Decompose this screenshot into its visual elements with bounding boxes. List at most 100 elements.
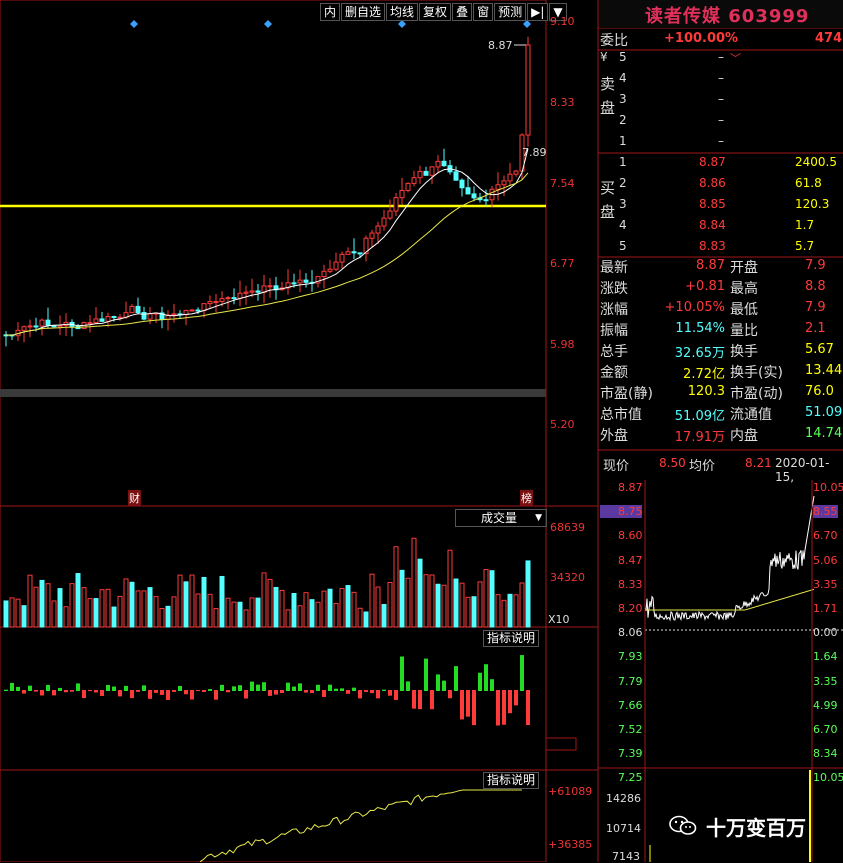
stat-value: 13.44 xyxy=(805,363,843,378)
volume-bar xyxy=(465,596,471,628)
macd-bar xyxy=(358,690,362,699)
volume-bar xyxy=(165,605,171,628)
ranking-tag[interactable]: 榜 xyxy=(520,490,533,506)
wechat-icon xyxy=(668,814,698,836)
candle-body xyxy=(501,180,507,186)
macd-bar xyxy=(220,684,224,691)
volume-bar xyxy=(141,590,147,628)
stat-value: 7.9 xyxy=(805,300,826,315)
stat-value: 11.54% xyxy=(675,321,725,336)
intraday-vol-tick: 10714 xyxy=(606,822,641,835)
sell-level-price[interactable]: – xyxy=(718,113,724,127)
volume-bar xyxy=(405,577,411,628)
macd-bar xyxy=(244,690,248,699)
intraday-pct-tick: 10.05 xyxy=(813,771,843,785)
intraday-pct-tick: 1.71 xyxy=(813,602,838,615)
sell-level-num: 1 xyxy=(619,134,627,148)
candle-body xyxy=(423,170,429,176)
buy-level-price[interactable]: 8.86 xyxy=(699,176,726,190)
volume-bar xyxy=(279,589,285,628)
sell-level-price[interactable]: – xyxy=(718,134,724,148)
intraday-price-tick: 8.87 xyxy=(618,481,643,494)
buy-level-volume: 2400.5 xyxy=(795,155,837,169)
intraday-price-tick: 7.25 xyxy=(618,771,643,785)
sell-level-num: 5 xyxy=(619,50,627,64)
candle-body xyxy=(399,189,405,199)
buy-level-volume: 120.3 xyxy=(795,197,830,211)
macd-bar xyxy=(460,690,464,720)
candle-body xyxy=(219,298,225,303)
volume-bar xyxy=(315,601,321,628)
financial-tag[interactable]: 财 xyxy=(128,490,141,506)
indicator-help-button-2[interactable]: 指标说明 xyxy=(483,772,540,789)
candle-body xyxy=(267,285,273,288)
macd-bar xyxy=(448,690,452,699)
stat-label: 市盈(静) xyxy=(600,386,653,402)
intraday-pct-tick: 6.70 xyxy=(813,723,838,736)
candle-body xyxy=(33,325,39,328)
volume-selector[interactable]: 成交量 ▼ xyxy=(455,509,547,527)
candle-body xyxy=(195,309,201,312)
volume-scale-label: X10 xyxy=(548,613,570,626)
buy-level-price[interactable]: 8.83 xyxy=(699,239,726,253)
volume-bar xyxy=(117,595,123,628)
volume-bar xyxy=(93,598,99,628)
macd-bar xyxy=(16,686,20,691)
candle-body xyxy=(321,270,327,278)
indicator-box xyxy=(545,737,577,751)
volume-bar xyxy=(171,596,177,628)
chart-toolbar: 内 删自选 均线 复权 叠 窗 预测 ▶| ▼ xyxy=(320,3,568,21)
volume-bar xyxy=(375,586,381,628)
macd-bar xyxy=(322,690,326,697)
macd-bar xyxy=(514,690,518,706)
macd-bar xyxy=(412,690,416,709)
toolbar-item-window[interactable]: 窗 xyxy=(473,3,494,21)
toolbar-item-remove-watchlist[interactable]: 删自选 xyxy=(341,3,386,21)
toolbar-item-moving-average[interactable]: 均线 xyxy=(386,3,419,21)
price-tick: 7.54 xyxy=(550,177,575,190)
buy-level-price[interactable]: 8.85 xyxy=(699,197,726,211)
macd-bar xyxy=(250,681,254,691)
intraday-pct-tick: 0.00 xyxy=(813,626,838,640)
macd-bar xyxy=(520,655,524,691)
toolbar-arrow-icon[interactable]: ▶| xyxy=(527,3,549,21)
macd-bar xyxy=(334,688,338,691)
candle-body xyxy=(387,210,393,219)
watermark: 十万变百万 xyxy=(668,812,843,840)
intraday-price-line xyxy=(644,495,815,622)
macd-bar xyxy=(418,690,422,710)
sell-level-price[interactable]: – xyxy=(718,71,724,85)
collapse-chevron-icon[interactable]: ﹀ xyxy=(730,50,741,66)
toolbar-item-inner[interactable]: 内 xyxy=(320,3,341,21)
candle-body xyxy=(141,312,147,320)
sell-level-price[interactable]: – xyxy=(718,50,724,64)
indicator-help-button[interactable]: 指标说明 xyxy=(483,630,540,647)
toolbar-item-forecast[interactable]: 预测 xyxy=(494,3,527,21)
volume-bar xyxy=(237,601,243,628)
macd-bar xyxy=(4,689,8,691)
stat-value: 51.09亿 xyxy=(674,409,725,424)
intraday-price-tick: 8.60 xyxy=(618,529,643,543)
macd-bar xyxy=(256,684,260,691)
ma-price-label: 7.89 xyxy=(522,146,547,159)
toolbar-item-overlay[interactable]: 叠 xyxy=(452,3,473,21)
macd-bar xyxy=(28,685,32,691)
sell-level-price[interactable]: – xyxy=(718,92,724,106)
stat-label: 流通值 xyxy=(730,407,772,423)
toolbar-item-adjust[interactable]: 复权 xyxy=(419,3,452,21)
stat-value: 76.0 xyxy=(805,384,834,399)
volume-bar xyxy=(393,546,399,628)
volume-bar xyxy=(309,599,315,628)
buy-level-price[interactable]: 8.87 xyxy=(699,155,726,169)
high-price-label: 8.87 xyxy=(488,39,513,52)
volume-bar xyxy=(483,569,489,628)
buy-level-price[interactable]: 8.84 xyxy=(699,218,726,232)
volume-bar xyxy=(39,579,45,628)
macd-bar xyxy=(76,683,80,691)
watermark-text: 十万变百万 xyxy=(706,816,806,840)
candle-body xyxy=(297,279,303,284)
volume-bar xyxy=(381,603,387,628)
buy-side-label: 买盘 xyxy=(600,179,616,221)
volume-bar xyxy=(333,602,339,628)
macd-bar xyxy=(454,666,458,691)
